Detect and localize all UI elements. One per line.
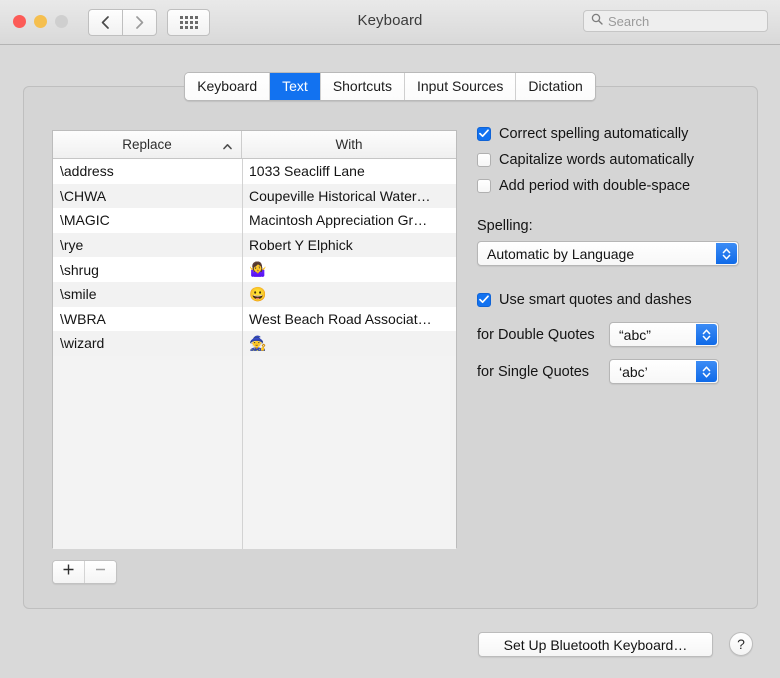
cell-replace: \address bbox=[53, 163, 242, 179]
chevron-updown-icon bbox=[716, 243, 737, 264]
checkbox-capitalize-words[interactable] bbox=[477, 153, 491, 167]
spelling-dropdown[interactable]: Automatic by Language bbox=[477, 241, 739, 266]
tab-text[interactable]: Text bbox=[270, 73, 321, 100]
single-quotes-dropdown[interactable]: ‘abc’ bbox=[609, 359, 719, 384]
keyboard-preferences-window: Keyboard Search Keyboard Text Shortcuts … bbox=[0, 0, 780, 678]
label-single-quotes: for Single Quotes bbox=[477, 364, 609, 380]
text-preferences-panel: Replace With \address 1033 Seacliff L bbox=[23, 86, 758, 609]
column-header-replace[interactable]: Replace bbox=[53, 131, 242, 158]
titlebar: Keyboard Search bbox=[0, 0, 780, 45]
column-header-with[interactable]: With bbox=[242, 131, 456, 158]
search-icon bbox=[591, 12, 603, 30]
spelling-label: Spelling: bbox=[477, 218, 739, 234]
search-input[interactable]: Search bbox=[583, 10, 768, 32]
table-header-row: Replace With bbox=[53, 131, 456, 159]
tab-input-sources[interactable]: Input Sources bbox=[405, 73, 516, 100]
search-placeholder: Search bbox=[608, 14, 649, 29]
cell-with: Coupeville Historical Water… bbox=[242, 188, 456, 204]
option-add-period[interactable]: Add period with double-space bbox=[477, 177, 739, 196]
table-body: \address 1033 Seacliff Lane \CHWA Coupev… bbox=[53, 159, 456, 549]
table-row[interactable]: \rye Robert Y Elphick bbox=[53, 233, 456, 258]
option-correct-spelling[interactable]: Correct spelling automatically bbox=[477, 125, 739, 144]
checkbox-smart-quotes[interactable] bbox=[477, 293, 491, 307]
label-correct-spelling: Correct spelling automatically bbox=[499, 125, 688, 144]
double-quotes-dropdown[interactable]: “abc” bbox=[609, 322, 719, 347]
label-smart-quotes: Use smart quotes and dashes bbox=[499, 291, 692, 310]
single-quotes-value: ‘abc’ bbox=[610, 364, 648, 380]
checkbox-correct-spelling[interactable] bbox=[477, 127, 491, 141]
chevron-up-icon bbox=[223, 137, 232, 152]
add-entry-button[interactable] bbox=[53, 561, 85, 583]
checkmark-icon bbox=[479, 125, 489, 143]
cell-with: West Beach Road Associat… bbox=[242, 311, 456, 327]
table-row[interactable]: \WBRA West Beach Road Associat… bbox=[53, 307, 456, 332]
cell-replace: \WBRA bbox=[53, 311, 242, 327]
cell-replace: \shrug bbox=[53, 262, 242, 278]
double-quotes-row: for Double Quotes “abc” bbox=[477, 322, 739, 347]
cell-with: 🤷‍♀️ bbox=[242, 261, 456, 278]
minus-icon bbox=[94, 563, 107, 581]
table-row[interactable]: \shrug 🤷‍♀️ bbox=[53, 257, 456, 282]
single-quotes-row: for Single Quotes ‘abc’ bbox=[477, 359, 739, 384]
cell-replace: \rye bbox=[53, 237, 242, 253]
tab-dictation[interactable]: Dictation bbox=[516, 73, 594, 100]
spelling-dropdown-value: Automatic by Language bbox=[478, 246, 634, 262]
label-double-quotes: for Double Quotes bbox=[477, 327, 609, 343]
column-header-with-label: With bbox=[336, 137, 363, 152]
cell-with: 1033 Seacliff Lane bbox=[242, 163, 456, 179]
table-row[interactable]: \MAGIC Macintosh Appreciation Gr… bbox=[53, 208, 456, 233]
cell-replace: \CHWA bbox=[53, 188, 242, 204]
options-panel: Correct spelling automatically Capitaliz… bbox=[477, 125, 739, 384]
column-header-replace-label: Replace bbox=[122, 137, 172, 152]
cell-with: Robert Y Elphick bbox=[242, 237, 456, 253]
plus-icon bbox=[62, 563, 75, 581]
cell-replace: \MAGIC bbox=[53, 212, 242, 228]
double-quotes-value: “abc” bbox=[610, 327, 651, 343]
checkbox-add-period[interactable] bbox=[477, 179, 491, 193]
tab-bar: Keyboard Text Shortcuts Input Sources Di… bbox=[0, 72, 780, 101]
text-replacement-table: Replace With \address 1033 Seacliff L bbox=[52, 130, 457, 548]
option-capitalize-words[interactable]: Capitalize words automatically bbox=[477, 151, 739, 170]
checkmark-icon bbox=[479, 291, 489, 309]
table-add-remove-controls bbox=[52, 560, 117, 584]
remove-entry-button[interactable] bbox=[85, 561, 116, 583]
chevron-updown-icon bbox=[696, 361, 717, 382]
chevron-updown-icon bbox=[696, 324, 717, 345]
label-capitalize-words: Capitalize words automatically bbox=[499, 151, 694, 170]
tab-shortcuts[interactable]: Shortcuts bbox=[321, 73, 405, 100]
tab-keyboard[interactable]: Keyboard bbox=[185, 73, 270, 100]
table-column-divider bbox=[242, 159, 243, 549]
cell-with: Macintosh Appreciation Gr… bbox=[242, 212, 456, 228]
cell-replace: \wizard bbox=[53, 335, 242, 351]
cell-replace: \smile bbox=[53, 286, 242, 302]
table-row[interactable]: \address 1033 Seacliff Lane bbox=[53, 159, 456, 184]
table-empty-area[interactable] bbox=[53, 356, 456, 549]
option-smart-quotes[interactable]: Use smart quotes and dashes bbox=[477, 291, 739, 310]
label-add-period: Add period with double-space bbox=[499, 177, 690, 196]
cell-with: 😀 bbox=[242, 286, 456, 303]
table-row[interactable]: \smile 😀 bbox=[53, 282, 456, 307]
help-button[interactable]: ? bbox=[729, 632, 753, 656]
table-row[interactable]: \wizard 🧙 bbox=[53, 331, 456, 356]
setup-bluetooth-keyboard-button[interactable]: Set Up Bluetooth Keyboard… bbox=[478, 632, 713, 657]
cell-with: 🧙 bbox=[242, 335, 456, 352]
table-row[interactable]: \CHWA Coupeville Historical Water… bbox=[53, 184, 456, 209]
